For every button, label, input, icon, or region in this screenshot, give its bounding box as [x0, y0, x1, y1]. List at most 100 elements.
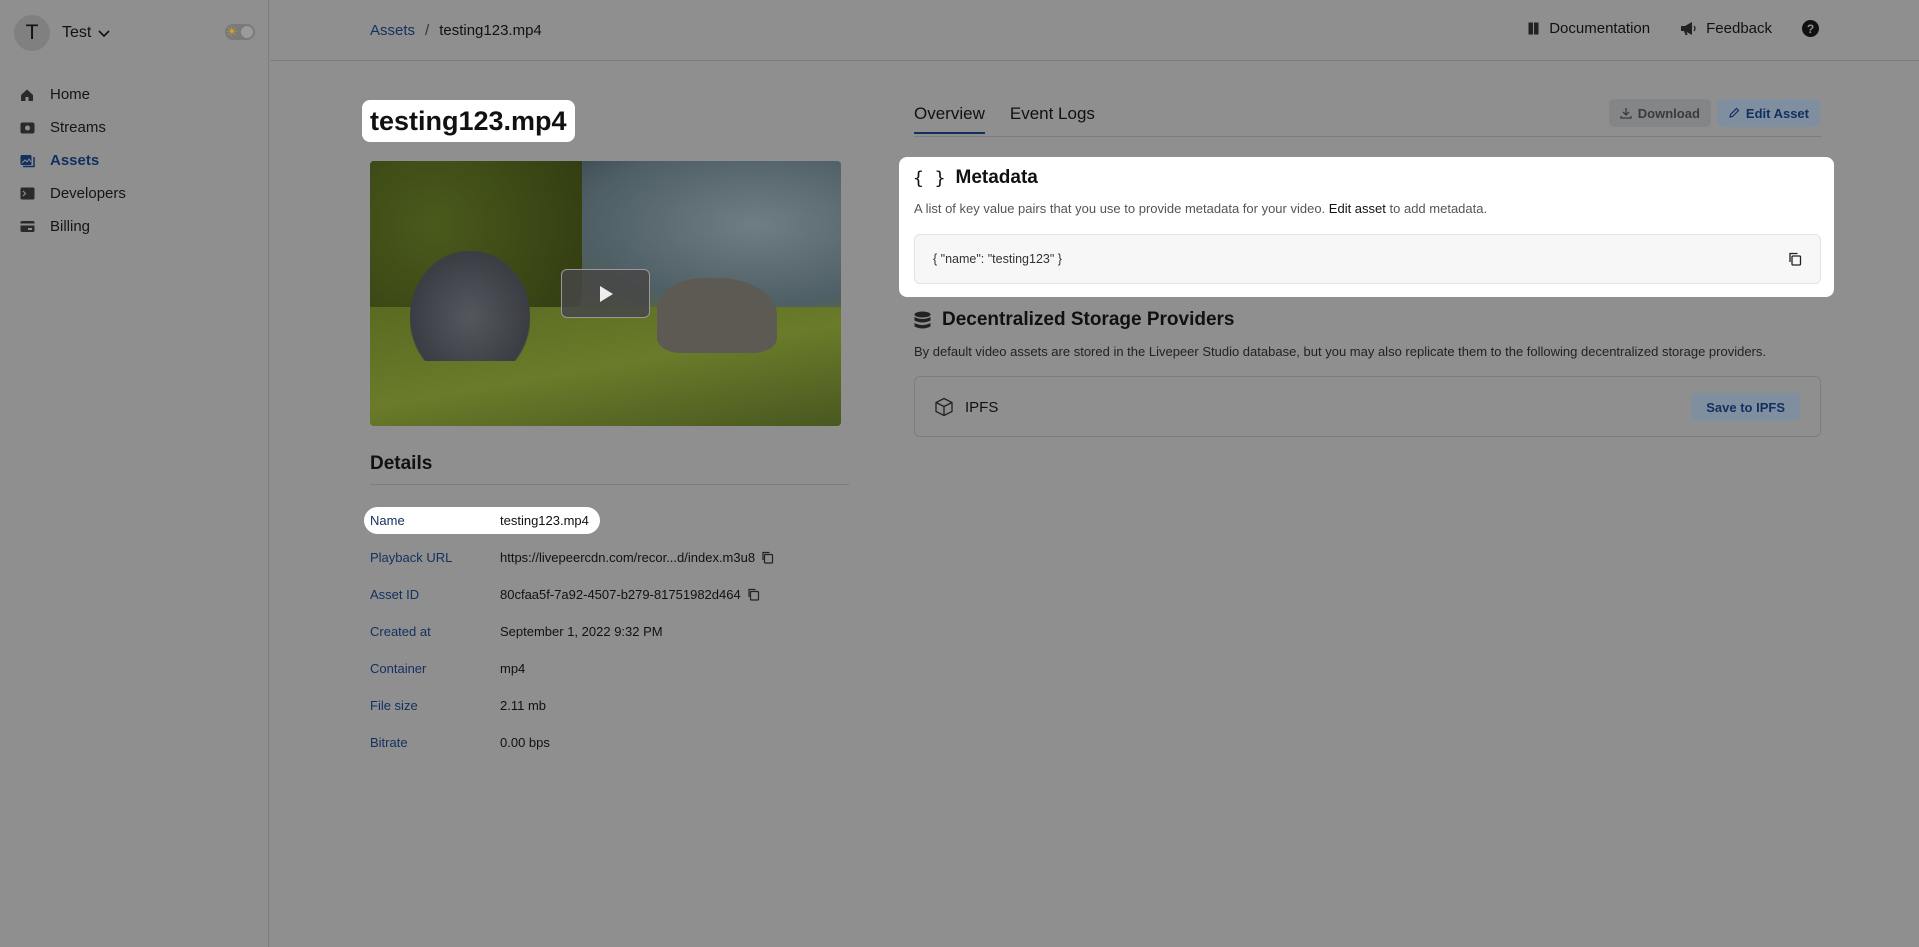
sidebar-item-label: Streams [50, 119, 106, 136]
detail-label: Name [370, 513, 405, 528]
chevron-down-icon [98, 30, 110, 38]
help-icon[interactable]: ? [1802, 20, 1819, 37]
detail-row-container: Container mp4 [370, 650, 774, 687]
detail-row-asset-id: Asset ID 80cfaa5f-7a92-4507-b279-8175198… [370, 576, 774, 613]
video-player[interactable] [370, 161, 841, 426]
download-label: Download [1637, 105, 1700, 121]
detail-row-playback-url: Playback URL https://livepeercdn.com/rec… [370, 539, 774, 576]
tabs-divider [914, 136, 1821, 137]
edit-asset-link[interactable]: Edit asset [1329, 201, 1386, 216]
storage-heading: Decentralized Storage Providers [913, 309, 1235, 331]
sidebar-item-label: Home [50, 86, 91, 103]
sidebar-item-billing[interactable]: Billing [19, 210, 126, 243]
detail-value-wrap: https://livepeercdn.com/recor...d/index.… [500, 550, 774, 565]
metadata-title: Metadata [955, 167, 1038, 188]
braces-icon: { } [913, 167, 946, 189]
book-icon [1528, 22, 1539, 35]
copy-icon[interactable] [761, 551, 774, 564]
play-button[interactable] [561, 269, 650, 318]
metadata-desc-text: A list of key value pairs that you use t… [914, 201, 1326, 216]
home-icon [19, 87, 35, 103]
ipfs-label: IPFS [965, 398, 999, 416]
feedback-link[interactable]: Feedback [1680, 20, 1772, 37]
copy-icon[interactable] [747, 588, 760, 601]
sun-icon: ☀ [226, 24, 238, 39]
video-frame-character [410, 251, 530, 361]
tab-overview[interactable]: Overview [914, 104, 985, 134]
sidebar-item-assets[interactable]: Assets [19, 144, 126, 177]
detail-label: Bitrate [370, 735, 408, 750]
metadata-code: { "name": "testing123" } [933, 252, 1062, 266]
cube-icon [935, 397, 953, 417]
save-to-ipfs-button[interactable]: Save to IPFS [1691, 393, 1800, 421]
sidebar: T Test ☀ Home Streams Assets Developers … [0, 0, 269, 947]
assets-icon [19, 153, 35, 169]
details-table: Name testing123.mp4 Playback URL https:/… [363, 502, 774, 761]
breadcrumb-separator: / [425, 22, 430, 39]
download-icon [1620, 108, 1632, 119]
video-frame-rock [657, 277, 778, 353]
documentation-link[interactable]: Documentation [1528, 20, 1650, 37]
details-heading: Details [370, 453, 433, 474]
breadcrumb-assets-link[interactable]: Assets [370, 22, 415, 39]
download-button[interactable]: Download [1608, 99, 1711, 127]
documentation-label: Documentation [1549, 20, 1651, 37]
details-divider [370, 484, 849, 485]
detail-row-name: Name testing123.mp4 [363, 502, 774, 539]
megaphone-icon [1681, 22, 1696, 35]
edit-asset-label: Edit Asset [1745, 105, 1809, 121]
sidebar-item-home[interactable]: Home [19, 78, 126, 111]
topbar: Assets / testing123.mp4 Documentation Fe… [270, 0, 1919, 61]
metadata-desc-suffix: to add metadata. [1389, 201, 1488, 216]
play-icon [599, 285, 613, 302]
top-nav: Documentation Feedback ? [1498, 20, 1819, 37]
detail-value: https://livepeercdn.com/recor...d/index.… [500, 550, 756, 565]
theme-toggle[interactable]: ☀ [225, 24, 255, 40]
asset-tabs: Overview Event Logs [914, 104, 1120, 134]
page-title: testing123.mp4 [362, 100, 575, 142]
sidebar-item-label: Billing [50, 218, 91, 235]
sidebar-item-label: Assets [50, 152, 100, 169]
feedback-label: Feedback [1706, 20, 1772, 37]
sidebar-item-developers[interactable]: Developers [19, 177, 126, 210]
detail-value: mp4 [500, 661, 526, 676]
storage-title: Decentralized Storage Providers [942, 309, 1235, 330]
detail-value: 0.00 bps [500, 735, 550, 750]
ipfs-label-group: IPFS [934, 397, 998, 417]
toggle-knob [241, 26, 253, 38]
streams-icon [19, 120, 35, 136]
detail-value: testing123.mp4 [500, 513, 589, 528]
terminal-icon [19, 186, 35, 202]
detail-label: Asset ID [370, 587, 420, 602]
account-name: Test [62, 24, 92, 41]
storage-description: By default video assets are stored in th… [914, 344, 1766, 359]
detail-value: September 1, 2022 9:32 PM [500, 624, 663, 639]
tab-event-logs[interactable]: Event Logs [1010, 104, 1095, 134]
metadata-description: A list of key value pairs that you use t… [914, 201, 1487, 216]
detail-row-file-size: File size 2.11 mb [370, 687, 774, 724]
detail-label: Container [370, 661, 427, 676]
asset-actions: Download Edit Asset [1603, 99, 1820, 127]
avatar: T [14, 15, 50, 51]
copy-icon[interactable] [1788, 252, 1802, 266]
metadata-heading: { } Metadata [913, 167, 1038, 189]
metadata-card: { } Metadata A list of key value pairs t… [899, 157, 1834, 297]
breadcrumb-current: testing123.mp4 [439, 22, 542, 39]
sidebar-item-streams[interactable]: Streams [19, 111, 126, 144]
sidebar-nav: Home Streams Assets Developers Billing [19, 78, 126, 243]
pencil-icon [1729, 107, 1740, 118]
ipfs-provider-row: IPFS Save to IPFS [914, 376, 1821, 437]
app-window: T Test ☀ Home Streams Assets Developers … [0, 0, 1919, 947]
detail-value: 2.11 mb [500, 698, 547, 713]
detail-label: File size [370, 698, 418, 713]
metadata-code-box: { "name": "testing123" } [914, 234, 1821, 284]
detail-value: 80cfaa5f-7a92-4507-b279-81751982d464 [500, 587, 741, 602]
detail-row-bitrate: Bitrate 0.00 bps [370, 724, 774, 761]
breadcrumb: Assets / testing123.mp4 [370, 22, 542, 39]
database-icon [914, 311, 931, 328]
detail-label: Created at [370, 624, 431, 639]
account-switcher[interactable]: T Test [14, 15, 111, 51]
detail-label: Playback URL [370, 550, 453, 565]
detail-value-wrap: 80cfaa5f-7a92-4507-b279-81751982d464 [500, 587, 760, 602]
edit-asset-button[interactable]: Edit Asset [1716, 99, 1820, 127]
